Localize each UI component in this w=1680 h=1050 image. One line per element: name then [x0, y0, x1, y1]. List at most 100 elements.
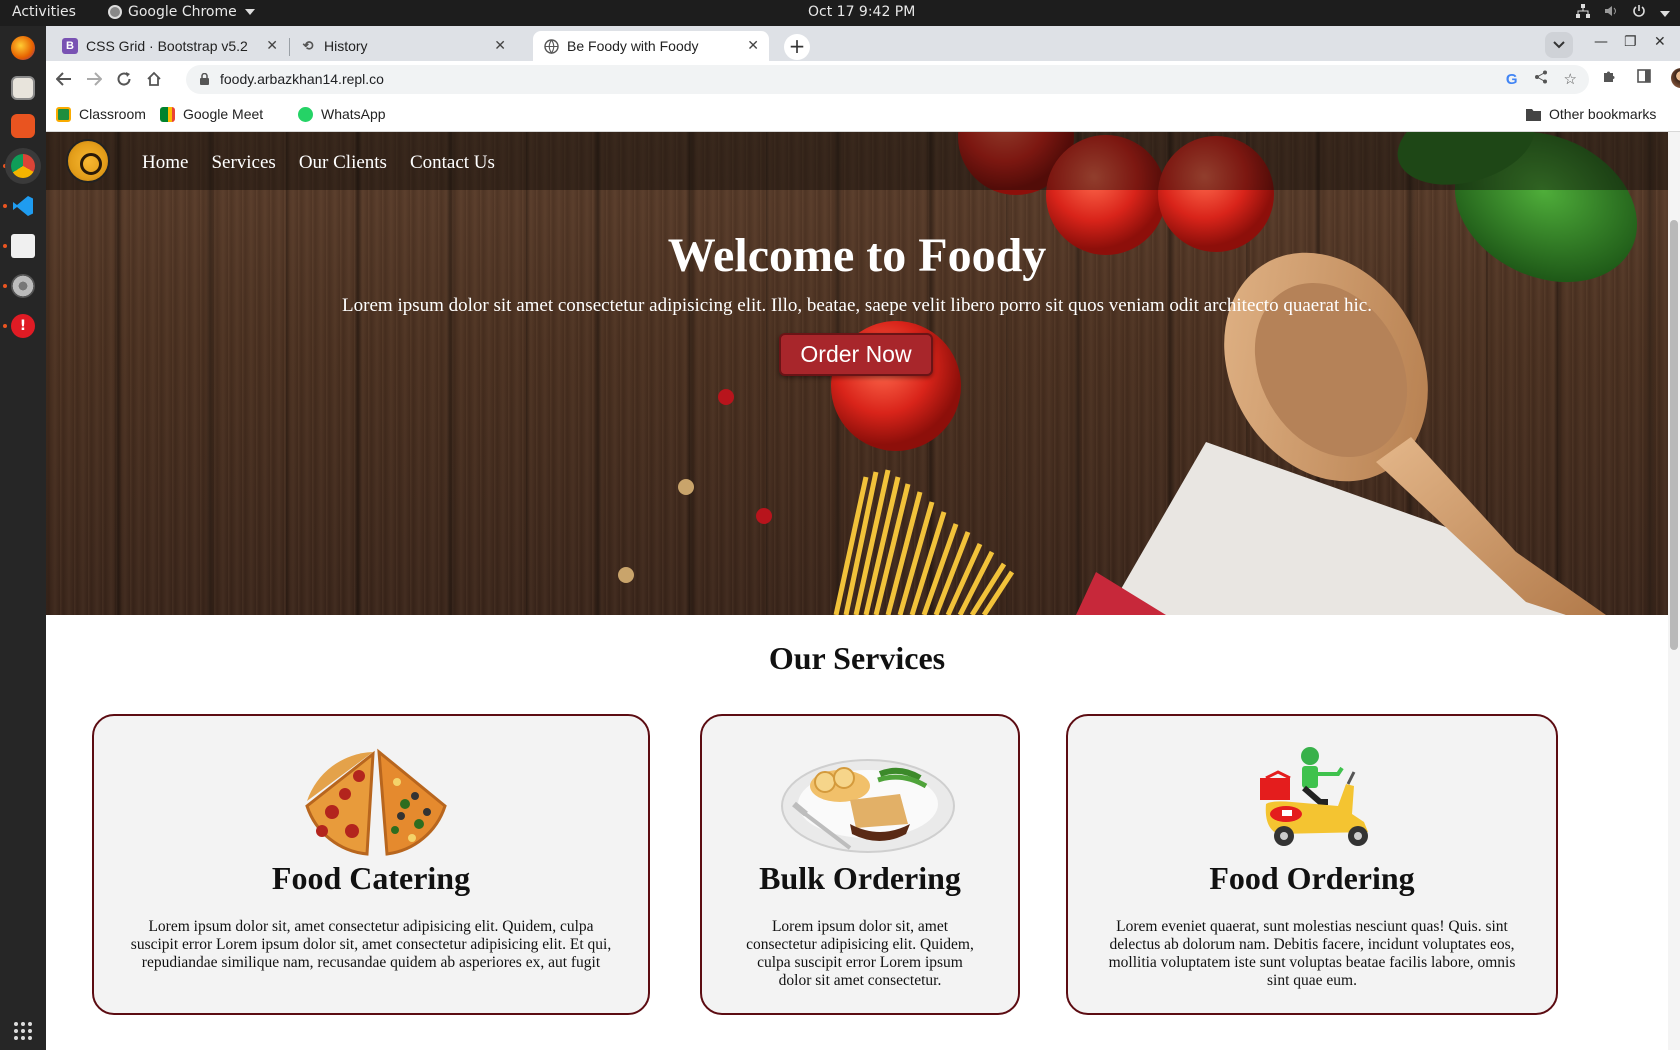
nav-our-clients[interactable]: Our Clients: [299, 152, 387, 174]
app-menu[interactable]: Google Chrome: [108, 4, 255, 20]
browser-window: B CSS Grid · Bootstrap v5.2 ✕ ⟲ History …: [46, 26, 1680, 132]
chrome-icon[interactable]: [11, 154, 35, 178]
tab-be-foody[interactable]: Be Foody with Foody ✕: [533, 31, 769, 61]
service-title: Food Ordering: [1209, 860, 1415, 896]
side-panel-icon[interactable]: [1637, 69, 1651, 87]
show-apps-icon[interactable]: [14, 1022, 32, 1040]
site-logo[interactable]: [66, 139, 110, 183]
nav-services[interactable]: Services: [211, 152, 275, 174]
nav-home[interactable]: Home: [142, 152, 188, 174]
home-icon: [147, 71, 161, 86]
bookmark-classroom[interactable]: Classroom: [56, 106, 146, 122]
services-heading: Our Services: [768, 640, 946, 676]
network-icon: [1576, 4, 1590, 22]
tab-title: Be Foody with Foody: [567, 38, 699, 54]
browser-toolbar: foody.arbazkhan14.repl.co G ☆ ⋮: [46, 61, 1680, 98]
hero-title: Welcome to Foody: [667, 229, 1047, 282]
caret-down-icon: [244, 9, 255, 15]
system-top-bar: Activities Google Chrome Oct 17 9:42 PM: [0, 0, 1680, 26]
hero-subtitle: Lorem ipsum dolor sit amet consectetur a…: [342, 295, 1372, 316]
tab-title: CSS Grid · Bootstrap v5.2: [86, 38, 248, 54]
bookmark-label: WhatsApp: [321, 106, 386, 122]
tab-strip: B CSS Grid · Bootstrap v5.2 ✕ ⟲ History …: [46, 26, 1680, 61]
activities-button[interactable]: Activities: [12, 4, 76, 20]
service-card-food-ordering: Food Ordering Lorem eveniet quaerat, sun…: [1066, 714, 1558, 1015]
minimize-button[interactable]: —: [1594, 34, 1608, 50]
whatsapp-icon: [298, 106, 313, 122]
bookmark-label: Classroom: [79, 106, 146, 122]
settings-icon[interactable]: [11, 274, 35, 298]
bootstrap-icon: B: [62, 38, 78, 54]
close-icon[interactable]: ✕: [266, 37, 278, 54]
service-card-food-catering: Food Catering Lorem ipsum dolor sit, ame…: [92, 714, 650, 1015]
home-button[interactable]: [142, 67, 166, 91]
nav-contact-us[interactable]: Contact Us: [410, 152, 495, 174]
hero-section: Home Services Our Clients Contact Us Wel…: [46, 132, 1668, 615]
volume-icon: [1604, 4, 1618, 22]
bookmark-star-icon[interactable]: ☆: [1564, 70, 1577, 88]
classroom-icon: [56, 106, 71, 122]
running-indicator: [3, 244, 7, 248]
running-indicator: [3, 324, 7, 328]
delivery-scooter-image: [1260, 747, 1368, 846]
software-center-icon[interactable]: [11, 114, 35, 138]
forward-button[interactable]: [82, 67, 106, 91]
bookmarks-bar: Classroom Google Meet WhatsApp Other boo…: [46, 98, 1680, 132]
share-icon[interactable]: [1534, 70, 1548, 88]
system-tray[interactable]: [1576, 4, 1670, 22]
globe-icon: [543, 38, 559, 54]
chrome-icon: [108, 5, 122, 19]
clock[interactable]: Oct 17 9:42 PM: [808, 4, 915, 20]
app-name: Google Chrome: [128, 4, 237, 20]
tab-title: History: [324, 38, 368, 54]
address-bar[interactable]: foody.arbazkhan14.repl.co G ☆: [186, 65, 1589, 94]
error-report-icon[interactable]: !: [11, 314, 35, 338]
dock: !: [0, 26, 46, 1050]
vscode-icon[interactable]: [11, 194, 35, 218]
page-viewport: Home Services Our Clients Contact Us Wel…: [46, 132, 1668, 1050]
close-window-button[interactable]: ✕: [1654, 34, 1666, 50]
extensions-icon[interactable]: [1602, 69, 1617, 88]
service-description: Lorem ipsum dolor sit, amet consectetur …: [130, 918, 612, 971]
folder-icon: [1526, 108, 1541, 121]
tab-search-button[interactable]: [1545, 32, 1573, 58]
service-card-bulk-ordering: Bulk Ordering Lorem ipsum dolor sit, ame…: [700, 714, 1020, 1015]
order-now-button[interactable]: Order Now: [779, 333, 933, 376]
url-text[interactable]: foody.arbazkhan14.repl.co: [220, 71, 384, 87]
bookmark-google-meet[interactable]: Google Meet: [160, 106, 263, 122]
new-tab-button[interactable]: +: [784, 34, 810, 60]
lock-icon: [200, 73, 209, 85]
history-icon: ⟲: [302, 38, 314, 53]
other-bookmarks[interactable]: Other bookmarks: [1526, 106, 1656, 122]
bookmark-whatsapp[interactable]: WhatsApp: [298, 106, 386, 122]
text-editor-icon[interactable]: [11, 234, 35, 258]
arrow-left-icon: [56, 72, 71, 86]
chevron-down-icon: [1553, 41, 1565, 49]
tab-history[interactable]: ⟲ History ✕: [290, 31, 516, 61]
tab-css-grid[interactable]: B CSS Grid · Bootstrap v5.2 ✕: [52, 31, 288, 61]
running-indicator: [3, 164, 7, 168]
close-icon[interactable]: ✕: [494, 37, 506, 54]
reload-button[interactable]: [112, 67, 136, 91]
plated-meal-image: [781, 759, 955, 853]
restore-button[interactable]: ❐: [1624, 34, 1637, 50]
running-indicator: [3, 284, 7, 288]
running-indicator: [3, 204, 7, 208]
scrollbar-thumb[interactable]: [1670, 220, 1678, 650]
service-description: Lorem ipsum dolor sit, amet consectetur …: [746, 918, 974, 989]
other-bookmarks-label: Other bookmarks: [1549, 106, 1657, 122]
service-title: Bulk Ordering: [759, 860, 961, 896]
arrow-right-icon: [87, 72, 102, 86]
close-icon[interactable]: ✕: [747, 37, 759, 54]
site-navbar: Home Services Our Clients Contact Us: [46, 132, 1668, 190]
page-scrollbar[interactable]: [1668, 132, 1680, 1050]
files-icon[interactable]: [11, 76, 35, 100]
bookmark-label: Google Meet: [183, 106, 264, 122]
google-lens-icon[interactable]: G: [1506, 71, 1518, 88]
profile-avatar[interactable]: [1671, 68, 1680, 88]
reload-icon: [117, 72, 131, 86]
caret-down-icon: [1660, 6, 1670, 21]
back-button[interactable]: [52, 67, 76, 91]
meet-icon: [160, 106, 175, 122]
firefox-icon[interactable]: [11, 36, 35, 60]
